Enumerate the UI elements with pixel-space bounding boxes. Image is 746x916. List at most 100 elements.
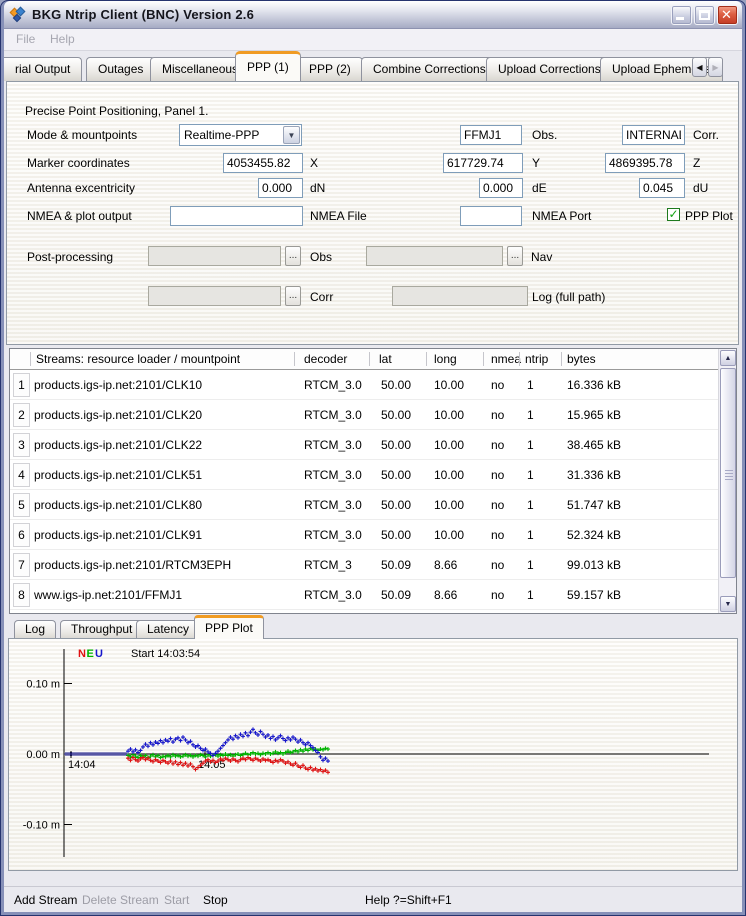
tab-scroll-left-icon[interactable]: ◀ [692,57,707,77]
cell-long: 10.00 [434,468,464,482]
ppp-plot-checkbox[interactable]: ✓ [667,208,680,221]
bottom-tab-bar: Log Throughput Latency PPP Plot [4,617,742,639]
tab-latency[interactable]: Latency [136,620,200,639]
svg-text:0.00 m: 0.00 m [26,749,60,761]
antenna-du-field[interactable] [639,178,685,198]
row-number: 8 [13,583,30,607]
post-nav-browse-button[interactable]: ... [507,246,523,266]
table-row[interactable]: 8www.igs-ip.net:2101/FFMJ1RTCM_3.050.098… [10,580,718,610]
svg-text:Start 14:03:54: Start 14:03:54 [131,648,200,660]
post-log-label: Log (full path) [532,290,605,304]
marker-x-field[interactable] [223,153,303,173]
post-processing-label: Post-processing [27,250,113,264]
cell-bytes: 15.965 kB [567,408,621,422]
mode-combobox[interactable]: Realtime-PPP ▼ [179,124,302,146]
cell-long: 10.00 [434,438,464,452]
corr-label: Corr. [693,128,719,142]
nmea-file-field[interactable] [170,206,303,226]
svg-text:E: E [87,648,94,660]
maximize-icon [699,10,710,20]
marker-z-field[interactable] [605,153,685,173]
cell-ntrip: 1 [527,408,534,422]
tab-ppp-2[interactable]: PPP (2) [297,57,363,81]
col-decoder: decoder [304,352,347,366]
antenna-de-field[interactable] [479,178,523,198]
post-obs-field [148,246,281,266]
cell-bytes: 59.157 kB [567,588,621,602]
table-row[interactable]: 3products.igs-ip.net:2101/CLK22RTCM_3.05… [10,430,718,460]
tab-ppp-plot[interactable]: PPP Plot [194,615,264,639]
menu-help: Help [50,32,75,46]
tab-log[interactable]: Log [14,620,56,639]
scrollbar-thumb[interactable] [720,368,736,578]
col-ntrip: ntrip [525,352,548,366]
minimize-button[interactable] [671,5,692,25]
marker-z-label: Z [693,156,700,170]
cell-nmea: no [491,378,504,392]
table-row[interactable]: 5products.igs-ip.net:2101/CLK80RTCM_3.05… [10,490,718,520]
chevron-down-icon[interactable]: ▼ [283,126,300,144]
cell-bytes: 16.336 kB [567,378,621,392]
ppp-plot-checkbox-label: PPP Plot [685,209,733,223]
post-nav-field [366,246,503,266]
tab-throughput[interactable]: Throughput [60,620,143,639]
marker-y-label: Y [532,156,540,170]
cell-long: 8.66 [434,558,457,572]
post-obs-browse-button[interactable]: ... [285,246,301,266]
marker-label: Marker coordinates [27,156,130,170]
marker-x-label: X [310,156,318,170]
antenna-dn-field[interactable] [258,178,303,198]
scroll-up-icon[interactable]: ▲ [720,350,736,366]
antenna-label: Antenna excentricity [27,181,135,195]
cell-decoder: RTCM_3 [304,558,352,572]
cell-mountpoint: products.igs-ip.net:2101/CLK91 [34,528,202,542]
cell-ntrip: 1 [527,378,534,392]
delete-stream-button: Delete Stream [82,893,159,907]
bottom-action-bar: Add Stream Delete Stream Start Stop Help… [4,886,742,912]
close-icon: ✕ [721,8,732,23]
scroll-down-icon[interactable]: ▼ [720,596,736,612]
table-scrollbar: ▲ ▼ [718,349,736,613]
scrollbar-grip [725,473,733,474]
table-row[interactable]: 6products.igs-ip.net:2101/CLK91RTCM_3.05… [10,520,718,550]
col-long: long [434,352,457,366]
post-log-field [392,286,528,306]
tab-combine-corrections[interactable]: Combine Corrections [361,57,498,81]
table-row[interactable]: 1products.igs-ip.net:2101/CLK10RTCM_3.05… [10,370,718,400]
streams-table-header: Streams: resource loader / mountpoint de… [10,349,736,370]
marker-y-field[interactable] [443,153,523,173]
cell-decoder: RTCM_3.0 [304,438,362,452]
corr-mountpoint-field[interactable] [622,125,685,145]
table-row[interactable]: 4products.igs-ip.net:2101/CLK51RTCM_3.05… [10,460,718,490]
cell-mountpoint: products.igs-ip.net:2101/RTCM3EPH [34,558,231,572]
tab-outages[interactable]: Outages [86,57,155,81]
close-button[interactable]: ✕ [717,5,738,25]
menu-bar: File Help [4,29,742,51]
post-nav-label: Nav [531,250,552,264]
post-corr-label: Corr [310,290,333,304]
nmea-file-label: NMEA File [310,209,367,223]
col-lat: lat [379,352,392,366]
cell-mountpoint: products.igs-ip.net:2101/CLK51 [34,468,202,482]
cell-bytes: 38.465 kB [567,438,621,452]
title-bar: BKG Ntrip Client (BNC) Version 2.6 ✕ [4,1,742,29]
cell-ntrip: 1 [527,438,534,452]
table-row[interactable]: 7products.igs-ip.net:2101/RTCM3EPHRTCM_3… [10,550,718,580]
add-stream-button[interactable]: Add Stream [14,893,77,907]
cell-lat: 50.00 [381,378,411,392]
post-corr-browse-button[interactable]: ... [285,286,301,306]
maximize-button[interactable] [694,5,715,25]
nmea-port-field[interactable] [460,206,522,226]
cell-nmea: no [491,528,504,542]
cell-bytes: 52.324 kB [567,528,621,542]
tab-upload-corrections[interactable]: Upload Corrections [486,57,613,81]
tab-ppp-1[interactable]: PPP (1) [235,51,301,81]
tab-serial-output[interactable]: rial Output [4,57,82,81]
start-button: Start [164,893,189,907]
table-row[interactable]: 2products.igs-ip.net:2101/CLK20RTCM_3.05… [10,400,718,430]
row-number: 3 [13,433,30,457]
obs-mountpoint-field[interactable] [460,125,522,145]
cell-lat: 50.09 [381,558,411,572]
stop-button[interactable]: Stop [203,893,228,907]
col-streams: Streams: resource loader / mountpoint [36,352,240,366]
